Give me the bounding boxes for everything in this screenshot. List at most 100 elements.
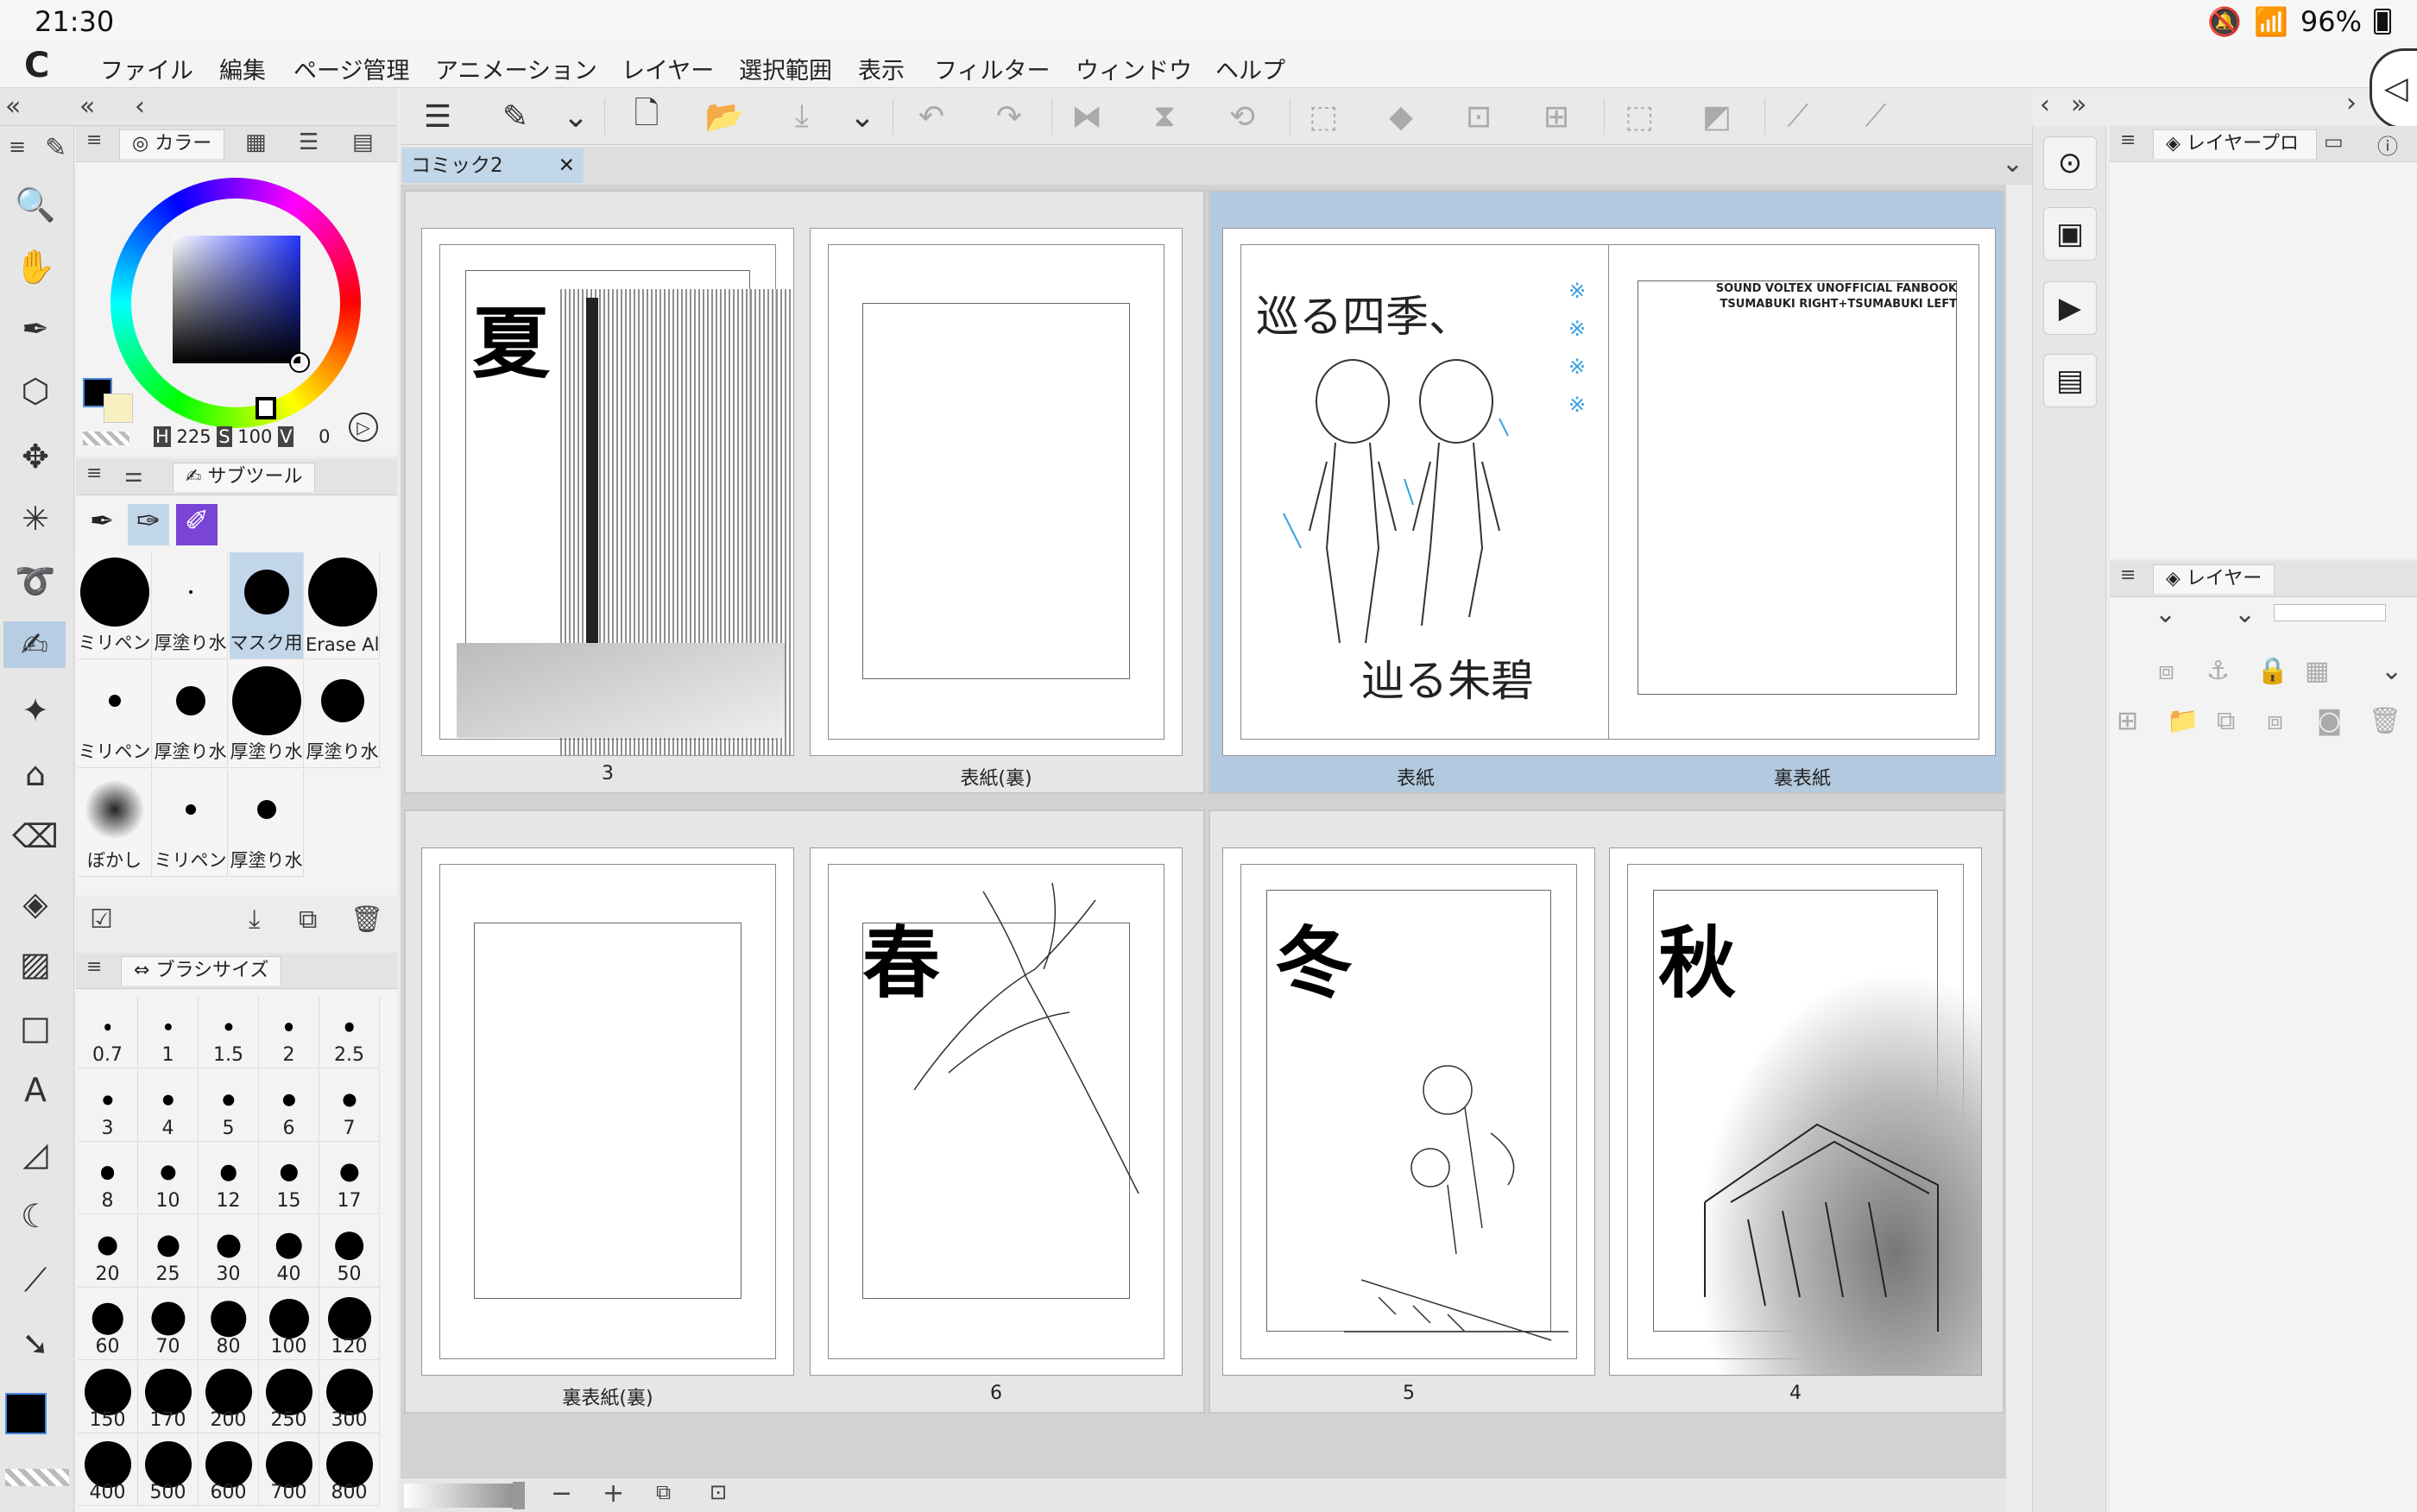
subtool-brush-item[interactable]: 厚塗り水 [230,770,304,877]
brush-size-item[interactable]: 10 [138,1142,199,1214]
brush-size-item[interactable]: 2.5 [319,996,380,1068]
brush-size-item[interactable]: 170 [138,1360,199,1433]
brush-size-item[interactable]: 100 [259,1288,319,1360]
spread-4[interactable]: 冬 秋 5 4 [1208,810,2004,1414]
fill-tool-icon[interactable]: ◈ [12,880,59,927]
subtool-brush-item[interactable]: 厚塗り水 [154,661,228,768]
close-tab-icon[interactable]: ✕ [558,148,575,183]
document-tab[interactable]: コミック2 ✕ [402,148,584,183]
transparent-swatch[interactable] [83,432,129,445]
brush-size-item[interactable]: 70 [138,1288,199,1360]
ruler-icon[interactable]: ⟋ [1778,97,1818,136]
highlighter-group-icon[interactable]: ✐ [176,504,218,545]
frame-border-tool-icon[interactable]: ◿ [12,1131,59,1177]
brush-size-item[interactable]: 12 [199,1142,259,1214]
brush-size-item[interactable]: 30 [199,1214,259,1288]
figure-tool-icon[interactable]: □ [12,1005,59,1051]
brush-size-item[interactable]: 250 [259,1360,319,1433]
new-folder-icon[interactable]: 📁 [2167,706,2199,736]
open-folder-icon[interactable]: 📂 [704,97,744,136]
text-tool-icon[interactable]: A [12,1067,59,1113]
zoom-tool-icon[interactable]: 🔍 [12,181,59,228]
gradient-tool-icon[interactable]: ▨ [12,941,59,987]
page-5-thumbnail[interactable]: 冬 [1222,847,1595,1376]
brush-size-item[interactable]: 60 [78,1288,138,1360]
menu-edit[interactable]: 編集 [219,52,266,85]
page-6-thumbnail[interactable]: 春 [810,847,1183,1376]
subtool-brush-item[interactable]: 厚塗り水 [306,661,380,768]
menu-animation[interactable]: アニメーション [435,52,597,85]
brush-size-item[interactable]: 7 [319,1068,380,1142]
deselect-icon[interactable]: ⬚ [1619,97,1659,136]
menu-window[interactable]: ウィンドウ [1076,52,1192,85]
drag-handle-icon[interactable]: ≡ [86,956,102,978]
object-select-tool-icon[interactable]: ➘ [12,1320,59,1367]
back-cover-inner-thumbnail[interactable] [421,847,794,1376]
merge-layer-icon[interactable]: ⧈ [2267,706,2283,736]
brush-size-item[interactable]: 8 [78,1142,138,1214]
actual-size-icon[interactable]: ⊡ [710,1480,727,1504]
opacity-slider[interactable] [2274,604,2386,621]
menu-help[interactable]: ヘルプ [1215,52,1285,85]
subtool-brush-item[interactable]: Erase Al [306,552,380,659]
marker-group-icon[interactable]: ✑ [128,504,169,545]
eyedropper-tool-icon[interactable]: ✒ [12,306,59,352]
chevron-left-icon[interactable]: ‹ [2040,90,2050,120]
page-3-thumbnail[interactable]: 夏 [421,228,794,756]
pen-group-icon[interactable]: ✒ [83,504,121,542]
layer-tab[interactable]: ◈ レイヤー [2153,564,2275,594]
subtool-brush-item[interactable]: 厚塗り水 [154,552,228,659]
delete-subtool-icon[interactable]: 🗑 [350,904,383,935]
hue-picker-handle[interactable] [256,397,276,419]
mesh-transform-icon[interactable]: ⊞ [1537,97,1576,136]
color-history-icon[interactable]: ▤ [352,129,374,155]
brush-size-item[interactable]: 1.5 [199,996,259,1068]
spread-3[interactable]: 春 裏表紙(裏) 6 [404,810,1205,1414]
drag-handle-icon[interactable]: ≡ [86,463,102,484]
collapse-panel-button[interactable]: ◁ [2370,48,2417,129]
reference-layer-icon[interactable]: ⚓ [2206,656,2230,686]
clear-icon[interactable]: ⬚ [1303,97,1343,136]
menu-page-management[interactable]: ページ管理 [293,52,409,85]
drag-handle-icon[interactable]: ≡ [2120,129,2136,151]
collapse-left-icon[interactable]: « [79,91,95,122]
house-tool-icon[interactable]: ⌂ [12,751,59,797]
spread-cover[interactable]: 巡る四季、 辿る朱碧 SOUND VOLTEX UNOFFICIAL FANBO… [1208,190,2004,794]
app-logo-icon[interactable]: C [24,48,64,83]
color-set-icon[interactable]: ▦ [245,129,267,155]
lock-transparency-icon[interactable]: ▦ [2305,656,2329,686]
property-panel-icon[interactable]: ▤ [2043,354,2097,407]
chevron-down-icon[interactable]: ⌄ [556,97,596,136]
brush-size-item[interactable]: 6 [259,1068,319,1142]
decoration-tool-icon[interactable]: ✦ [12,687,59,734]
flip-vertical-icon[interactable]: ⧗ [1145,97,1184,136]
cover-spread-thumbnail[interactable]: 巡る四季、 辿る朱碧 SOUND VOLTEX UNOFFICIAL FANBO… [1222,228,1996,756]
auto-select-tool-icon[interactable]: ✳ [12,495,59,542]
menu-view[interactable]: 表示 [858,52,905,85]
delete-layer-icon[interactable]: 🗑 [2369,706,2401,736]
brush-size-item[interactable]: 15 [259,1142,319,1214]
hamburger-menu-icon[interactable]: ☰ [418,97,458,136]
menu-selection[interactable]: 選択範囲 [739,52,832,85]
blend-mode-chevron-icon[interactable]: ⌄ [2155,599,2176,629]
brush-size-item[interactable]: 600 [199,1433,259,1506]
color-sub-swatch[interactable] [104,394,133,423]
zoom-slider[interactable] [404,1484,525,1508]
brush-size-item[interactable]: 200 [199,1360,259,1433]
flip-horizontal-icon[interactable]: ⧓ [1067,97,1107,136]
brush-size-item[interactable]: 3 [78,1068,138,1142]
brush-size-item[interactable]: 80 [199,1288,259,1360]
chevron-down-icon[interactable]: ⌄ [842,97,882,136]
ruler-edit-icon[interactable]: ⟋ [1856,97,1896,136]
chevron-left-icon[interactable]: ‹ [135,91,145,122]
tab-list-chevron-icon[interactable]: ⌄ [2002,148,2023,179]
undo-icon[interactable]: ↶ [912,97,951,136]
cover-back-inner-thumbnail[interactable] [810,228,1183,756]
material-icon[interactable]: ▣ [2043,207,2097,261]
brush-size-item[interactable]: 120 [319,1288,380,1360]
brush-size-item[interactable]: 40 [259,1214,319,1288]
new-file-icon[interactable]: 🗋 [627,96,666,136]
new-raster-layer-icon[interactable]: ⊞ [2117,706,2138,736]
clip-layer-icon[interactable]: ⧈ [2158,656,2174,686]
brush-size-item[interactable]: 800 [319,1433,380,1506]
